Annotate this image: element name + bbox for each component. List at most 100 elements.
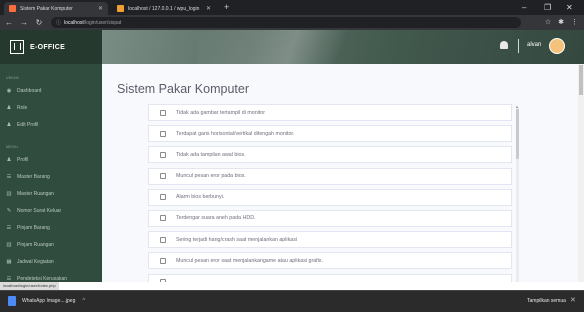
sidebar-item-pinjam-barang[interactable]: ☰ Pinjam Barang	[0, 219, 102, 236]
symptom-item[interactable]: Terdapat garis horisontal/vertikal diten…	[148, 125, 512, 143]
symptom-list: Tidak ada gambar tertampil di monitor Te…	[148, 104, 512, 282]
calendar-icon: ▦	[6, 258, 12, 265]
symptom-label: Terdapat garis horisontal/vertikal diten…	[176, 130, 295, 137]
url-host: localhost	[64, 19, 84, 26]
download-item[interactable]: WhatsApp Image....jpeg ^	[8, 296, 85, 306]
close-icon[interactable]: ✕	[206, 5, 211, 12]
sidebar-item-jadwal-kegiatan[interactable]: ▦ Jadwal Kegiatan	[0, 253, 102, 270]
symptom-item[interactable]: Tidak ada tampilan awal bios.	[148, 146, 512, 164]
symptom-checkbox[interactable]	[160, 236, 166, 243]
download-file-name: WhatsApp Image....jpeg	[22, 298, 76, 304]
symptom-item[interactable]: Tidak ada gambar tertampil di monitor	[148, 104, 512, 121]
window-close-icon[interactable]: ✕	[566, 2, 573, 13]
symptom-item[interactable]: Muncul pesan eror pada bios.	[148, 167, 512, 185]
menu-dots-icon[interactable]: ⋮	[571, 17, 578, 28]
sidebar-item-dashboard[interactable]: ◉ Dashboard	[0, 82, 102, 99]
sidebar: E-OFFICE UMUM ◉ Dashboard ♟ Role ♟ Edit …	[0, 30, 102, 282]
sidebar-item-label: Pendeteksi Kerusakan	[17, 275, 68, 282]
symptom-checkbox[interactable]	[160, 151, 166, 158]
dashboard-icon: ◉	[6, 87, 12, 94]
user-name[interactable]: alvan	[527, 42, 541, 48]
header-background-image	[197, 30, 387, 64]
list-icon: ☰	[6, 275, 12, 282]
symptom-item-partial[interactable]	[148, 273, 512, 282]
sidebar-item-nomor-surat-keluar[interactable]: ✎ Nomor Surat Keluar	[0, 202, 102, 219]
star-icon[interactable]: ☆	[545, 17, 551, 28]
close-icon[interactable]: ✕	[570, 296, 576, 304]
sidebar-heading: MENU	[6, 145, 19, 149]
page-scrollbar[interactable]	[578, 64, 584, 282]
tab-title: localhost / 127.0.0.1 / wpu_login	[128, 5, 200, 12]
browser-tab-active[interactable]: Sistem Pakar Komputer ✕	[4, 2, 108, 15]
minimize-icon[interactable]: –	[522, 2, 526, 13]
browser-tab-bar: Sistem Pakar Komputer ✕ localhost / 127.…	[0, 0, 584, 15]
url-input[interactable]: ⓘ localhost /login/user/sispat	[51, 17, 521, 28]
symptom-checkbox[interactable]	[160, 109, 166, 116]
sidebar-item-role[interactable]: ♟ Role	[0, 99, 102, 116]
symptom-item[interactable]: Muncul pesan eror saat menjalankangame a…	[148, 252, 512, 270]
symptom-checkbox[interactable]	[160, 257, 166, 264]
sidebar-item-label: Jadwal Kegiatan	[17, 258, 54, 265]
sidebar-item-edit-profil[interactable]: ♟ Edit Profil	[0, 116, 102, 133]
maximize-icon[interactable]: ❐	[544, 2, 551, 13]
sidebar-item-label: Master Barang	[17, 173, 50, 180]
new-tab-icon[interactable]: +	[224, 2, 229, 13]
symptom-item[interactable]: Sering terjadi hang/crash saat menjalank…	[148, 231, 512, 249]
list-scrollbar[interactable]	[516, 108, 519, 282]
sidebar-heading: UMUM	[6, 76, 19, 80]
symptom-label: Muncul pesan eror pada bios.	[176, 173, 246, 180]
extension-icon[interactable]: ✱	[558, 17, 564, 28]
sidebar-item-label: Edit Profil	[17, 121, 39, 128]
symptom-checkbox[interactable]	[160, 130, 166, 137]
symptom-item[interactable]: Alarm bios berbunyi.	[148, 188, 512, 206]
brand[interactable]: E-OFFICE	[0, 30, 102, 64]
bell-icon[interactable]	[500, 41, 508, 49]
symptom-checkbox[interactable]	[160, 194, 166, 201]
show-all-button[interactable]: Tampilkan semua	[527, 298, 566, 304]
building-icon: ▥	[6, 190, 12, 197]
browser-tab-inactive[interactable]: localhost / 127.0.0.1 / wpu_login ✕	[112, 2, 216, 15]
reload-icon[interactable]: ↻	[33, 18, 45, 27]
avatar[interactable]	[549, 38, 565, 54]
symptom-label: Muncul pesan eror saat menjalankangame a…	[176, 257, 323, 264]
sidebar-item-label: Pinjam Barang	[17, 224, 50, 231]
close-icon[interactable]: ✕	[98, 5, 103, 12]
list-icon: ☰	[6, 224, 12, 231]
sidebar-item-profil[interactable]: ♟ Profil	[0, 151, 102, 168]
list-scrollbar-thumb[interactable]	[516, 109, 519, 159]
symptom-checkbox[interactable]	[160, 279, 166, 282]
status-url: localhost/login/user/index.php	[0, 282, 59, 290]
list-icon: ☰	[6, 173, 12, 180]
sidebar-item-pinjam-ruangan[interactable]: ▥ Pinjam Ruangan	[0, 236, 102, 253]
sidebar-item-master-ruangan[interactable]: ▥ Master Ruangan	[0, 185, 102, 202]
symptom-label: Tidak ada gambar tertampil di monitor	[176, 109, 266, 116]
page-title: Sistem Pakar Komputer	[117, 82, 249, 96]
forward-icon[interactable]: →	[18, 18, 30, 27]
symptom-checkbox[interactable]	[160, 215, 166, 222]
sidebar-item-label: Profil	[17, 156, 29, 163]
user-icon: ♟	[6, 156, 12, 163]
building-icon: ▥	[6, 241, 12, 248]
app-favicon-icon	[9, 5, 16, 12]
building-logo-icon	[10, 40, 24, 54]
url-path: /login/user/sispat	[83, 19, 122, 26]
user-edit-icon: ♟	[6, 121, 12, 128]
tab-title: Sistem Pakar Komputer	[20, 5, 73, 12]
sidebar-item-label: Role	[17, 104, 28, 111]
symptom-label: Tidak ada tampilan awal bios.	[176, 151, 246, 158]
symptom-item[interactable]: Terdengar suara aneh pada HDD.	[148, 209, 512, 227]
edit-icon: ✎	[6, 207, 12, 214]
sidebar-item-master-barang[interactable]: ☰ Master Barang	[0, 168, 102, 185]
address-bar: ← → ↻ ⓘ localhost /login/user/sispat ☆ ✱…	[0, 15, 584, 30]
sidebar-item-label: Master Ruangan	[17, 190, 54, 197]
info-icon: ⓘ	[56, 20, 62, 26]
chevron-up-icon[interactable]: ^	[82, 298, 85, 304]
page-scrollbar-thumb[interactable]	[579, 65, 583, 95]
symptom-label: Alarm bios berbunyi.	[176, 194, 225, 201]
user-icon: ♟	[6, 104, 12, 111]
symptom-checkbox[interactable]	[160, 173, 166, 180]
phpmyadmin-favicon-icon	[117, 5, 124, 12]
sidebar-item-label: Pinjam Ruangan	[17, 241, 54, 248]
divider	[518, 39, 519, 53]
back-icon[interactable]: ←	[3, 18, 15, 27]
